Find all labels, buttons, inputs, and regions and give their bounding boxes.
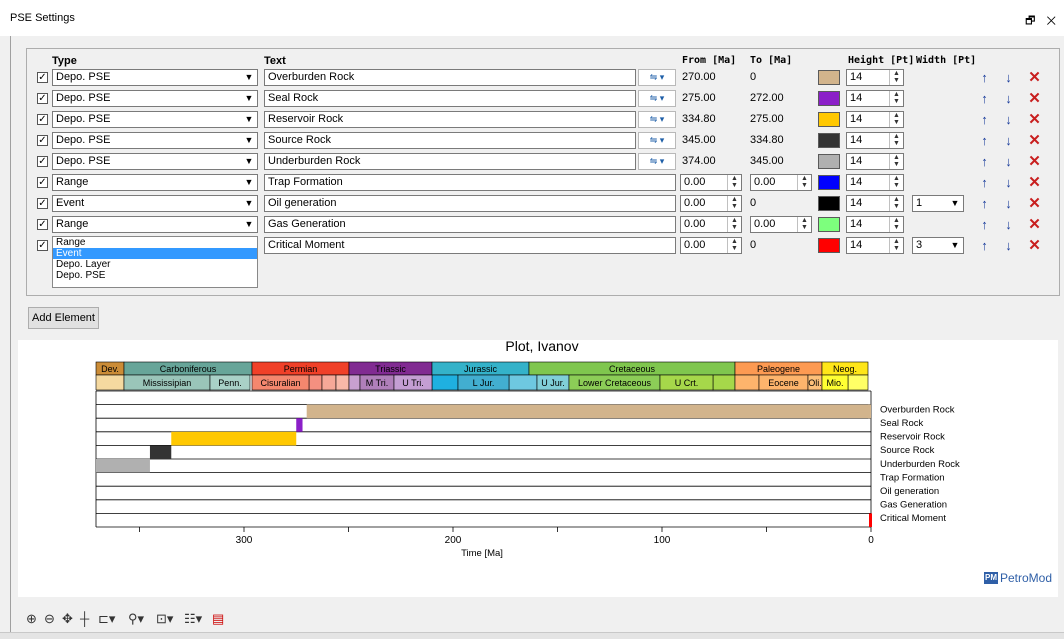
- petromod-logo-text: PetroMod: [1000, 571, 1053, 585]
- period-label: Jurassic: [464, 364, 498, 374]
- overburden-edge: [868, 404, 871, 419]
- epoch-label: U Crt.: [675, 378, 699, 388]
- epoch-cell: [508, 374, 538, 391]
- export-icon[interactable]: ▤: [212, 611, 224, 627]
- period-label: Carboniferous: [160, 364, 217, 374]
- period-label: Permian: [284, 364, 318, 374]
- epoch-cell: [348, 374, 361, 391]
- row-label: Trap Formation: [880, 472, 945, 483]
- crosshair-icon[interactable]: ┼: [80, 611, 89, 626]
- pse-bar: [296, 418, 303, 432]
- plot-title: Plot, Ivanov: [505, 338, 578, 354]
- zoom-out-icon[interactable]: ⊖: [44, 611, 55, 627]
- epoch-label: Mio.: [826, 378, 843, 388]
- row-label: Overburden Rock: [880, 404, 955, 415]
- status-strip: [0, 632, 1064, 639]
- epoch-label: Penn.: [218, 378, 242, 388]
- epoch-label: L Jur.: [473, 378, 495, 388]
- epoch-cell: [95, 374, 125, 391]
- ruler-icon[interactable]: ⊏▾: [98, 611, 115, 627]
- epoch-cell: [734, 374, 760, 391]
- zoom-in-icon[interactable]: ⊕: [26, 611, 37, 627]
- pse-bar: [171, 431, 297, 446]
- x-tick-label: 200: [445, 535, 462, 546]
- row-label: Seal Rock: [880, 418, 924, 429]
- critical-moment-marker: [869, 513, 872, 527]
- petromod-logo-icon: PM: [984, 572, 998, 584]
- epoch-cell: [308, 374, 323, 391]
- epoch-cell: [712, 374, 736, 391]
- epoch-label: Lower Cretaceous: [578, 378, 652, 388]
- brush-icon[interactable]: ⚲▾: [128, 611, 144, 627]
- epoch-cell: [431, 374, 459, 391]
- epoch-label: U Jur.: [541, 378, 565, 388]
- epoch-label: U Tri.: [402, 378, 424, 388]
- row-label: Source Rock: [880, 445, 935, 456]
- legend-icon[interactable]: ☷▾: [184, 611, 202, 627]
- epoch-cell: [335, 374, 350, 391]
- row-label: Underburden Rock: [880, 459, 960, 470]
- period-label: Neog.: [833, 364, 857, 374]
- plot-toolbar: ⊕ ⊖ ✥ ┼ ⊏▾ ⚲▾ ⊡▾ ☷▾ ▤: [18, 608, 1058, 630]
- pan-icon[interactable]: ✥: [62, 611, 73, 627]
- period-label: Cretaceous: [609, 364, 656, 374]
- row-label: Oil generation: [880, 486, 939, 497]
- epoch-label: Eocene: [768, 378, 799, 388]
- epoch-label: Oli.: [808, 378, 822, 388]
- epoch-cell: [847, 374, 869, 391]
- row-label: Critical Moment: [880, 513, 946, 524]
- pse-bar: [149, 445, 172, 459]
- epoch-cell: [321, 374, 337, 391]
- pse-bar: [306, 404, 871, 419]
- x-tick-label: 100: [654, 535, 671, 546]
- row-label: Reservoir Rock: [880, 432, 945, 443]
- period-label: Dev.: [101, 364, 119, 374]
- epoch-label: M Tri.: [366, 378, 389, 388]
- row-label: Gas Generation: [880, 500, 947, 511]
- epoch-label: Mississipian: [143, 378, 192, 388]
- x-tick-label: 300: [236, 535, 253, 546]
- pse-chart: Plot, Ivanov Dev. Carboniferous Permian Tri…: [95, 338, 960, 559]
- x-tick-label: 0: [868, 535, 874, 546]
- window-icon[interactable]: ⊡▾: [156, 611, 173, 627]
- pse-bar: [96, 459, 150, 473]
- x-axis-label: Time [Ma]: [461, 548, 503, 559]
- period-label: Paleogene: [757, 364, 800, 374]
- period-label: Triassic: [375, 364, 406, 374]
- epoch-label: Cisuralian: [260, 378, 300, 388]
